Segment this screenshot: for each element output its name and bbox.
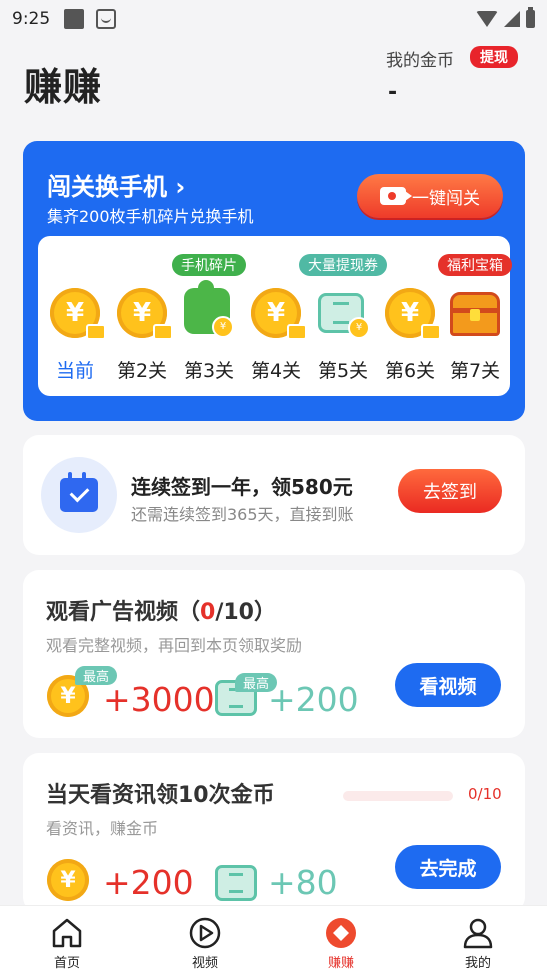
- complete-task-button[interactable]: 去完成: [395, 845, 501, 889]
- level-item[interactable]: 福利宝箱 第7关: [438, 236, 512, 396]
- level-tag: 福利宝箱: [438, 254, 512, 276]
- level-label: 第7关: [449, 360, 501, 382]
- notification-inbox-icon: [96, 9, 117, 29]
- challenge-card[interactable]: 闯关换手机 › 集齐200枚手机碎片兑换手机 一键闯关 ¥ 当前 ¥ 第2关 手…: [23, 141, 525, 421]
- coin-video-icon: ¥: [385, 288, 441, 340]
- challenge-title[interactable]: 闯关换手机 ›: [47, 167, 185, 202]
- bottom-tab-bar: 首页 视频 赚赚 我的: [0, 905, 547, 978]
- level-label: 第6关: [384, 360, 436, 382]
- ticket-reward: +80: [268, 863, 338, 902]
- coin-reward: +3000: [103, 680, 215, 719]
- watch-video-button[interactable]: 看视频: [395, 663, 501, 707]
- coin-reward: +200: [103, 863, 194, 902]
- one-click-challenge-button[interactable]: 一键闯关: [357, 174, 503, 218]
- task-description: 看资讯，赚金币: [46, 819, 159, 838]
- task-progress-bar: [343, 791, 453, 801]
- tab-video[interactable]: 视频: [160, 912, 250, 976]
- ticket-icon: ¥: [318, 293, 370, 339]
- level-item[interactable]: ¥ 第2关: [111, 236, 173, 396]
- video-camera-icon: [380, 187, 412, 205]
- level-label: 第5关: [317, 360, 369, 382]
- level-tag: 大量提现券: [299, 254, 387, 276]
- status-time: 9:25: [12, 9, 51, 29]
- status-bar: 9:25: [0, 0, 547, 38]
- ticket-icon: [215, 865, 257, 901]
- level-item[interactable]: 手机碎片 ¥ 第3关: [172, 236, 246, 396]
- coin-video-icon: ¥: [50, 288, 106, 340]
- calendar-check-icon: [60, 472, 98, 512]
- gold-coin-icon: ¥: [47, 859, 89, 901]
- level-item[interactable]: 大量提现券 ¥ 第5关: [299, 236, 387, 396]
- level-label: 第3关: [183, 360, 235, 382]
- tab-home[interactable]: 首页: [22, 912, 112, 976]
- puzzle-piece-icon: ¥: [184, 280, 234, 338]
- task-title: 当天看资讯领10次金币: [46, 783, 275, 808]
- calendar-icon-wrap: [41, 457, 117, 533]
- challenge-subtitle: 集齐200枚手机碎片兑换手机: [47, 207, 254, 226]
- tab-profile[interactable]: 我的: [433, 912, 523, 976]
- level-strip: ¥ 当前 ¥ 第2关 手机碎片 ¥ 第3关 ¥ 第4关 大量提现券 ¥ 第5关 …: [38, 236, 512, 396]
- level-tag: 手机碎片: [172, 254, 246, 276]
- level-label: 第2关: [116, 360, 168, 382]
- coin-balance: -: [388, 80, 398, 105]
- signal-icon: [504, 11, 520, 27]
- level-item[interactable]: ¥ 第6关: [379, 236, 441, 396]
- coin-video-icon: ¥: [117, 288, 173, 340]
- task-description: 观看完整视频，再回到本页领取奖励: [46, 636, 303, 655]
- withdraw-button[interactable]: 提现: [470, 46, 518, 68]
- level-item[interactable]: ¥ 第4关: [245, 236, 307, 396]
- level-label: 当前: [55, 360, 94, 382]
- signin-button[interactable]: 去签到: [398, 469, 502, 513]
- notification-square-icon: [64, 9, 85, 29]
- signin-card: 连续签到一年，领580元 还需连续签到365天，直接到账 去签到: [23, 435, 525, 555]
- home-icon: [52, 918, 82, 948]
- play-icon: [189, 917, 221, 949]
- earn-diamond-icon: [326, 918, 356, 948]
- page-title: 赚赚: [24, 65, 103, 109]
- tab-label: 首页: [53, 956, 80, 971]
- signin-subtitle: 还需连续签到365天，直接到账: [131, 505, 354, 524]
- tab-earn[interactable]: 赚赚: [296, 912, 386, 976]
- tab-label: 视频: [191, 956, 218, 971]
- task-read-news: 当天看资讯领10次金币 0/10 看资讯，赚金币 ¥ +200 +80 去完成: [23, 753, 525, 913]
- task-progress-text: 0/10: [468, 785, 502, 803]
- level-label: 第4关: [250, 360, 302, 382]
- coin-video-icon: ¥: [251, 288, 307, 340]
- signin-title: 连续签到一年，领580元: [131, 475, 353, 499]
- my-coins-label[interactable]: 我的金币: [386, 46, 454, 71]
- challenge-button-label: 一键闯关: [412, 188, 480, 209]
- task-title: 观看广告视频（0/10）: [46, 600, 276, 625]
- page-header: 赚赚 我的金币 提现 -: [0, 38, 547, 138]
- profile-icon: [463, 918, 493, 949]
- wifi-icon: [476, 11, 498, 27]
- level-item[interactable]: ¥ 当前: [44, 236, 106, 396]
- treasure-chest-icon: [450, 292, 500, 336]
- tab-label: 我的: [464, 956, 491, 971]
- battery-icon: [526, 7, 535, 28]
- task-watch-video: 观看广告视频（0/10） 观看完整视频，再回到本页领取奖励 ¥ 最高 +3000…: [23, 570, 525, 738]
- tab-label: 赚赚: [327, 956, 354, 971]
- ticket-reward: +200: [268, 680, 359, 719]
